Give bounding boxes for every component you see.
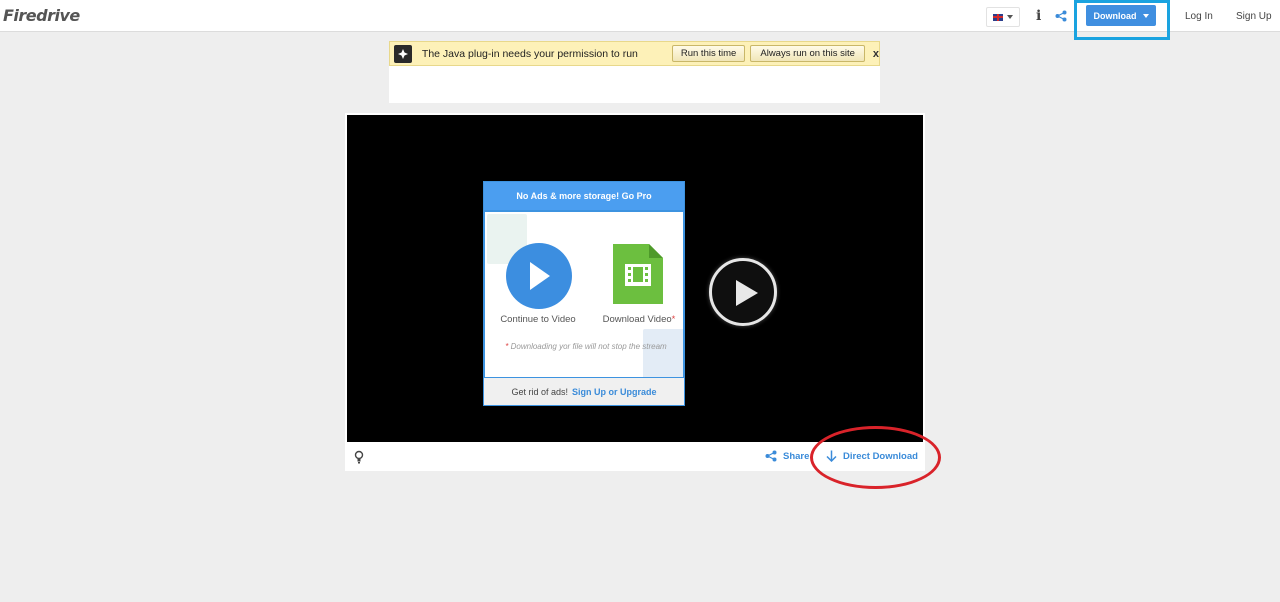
firedrive-logo[interactable]: Firedrive — [3, 6, 80, 25]
footer-text: Get rid of ads! — [511, 386, 568, 397]
signup-upgrade-link[interactable]: Sign Up or Upgrade — [572, 387, 657, 397]
always-run-button[interactable]: Always run on this site — [750, 45, 865, 62]
language-selector[interactable] — [986, 7, 1020, 27]
download-highlight-box — [1074, 0, 1170, 40]
annotation-circle — [810, 426, 941, 489]
java-permission-bar: The Java plug-in needs your permission t… — [389, 41, 880, 66]
music-icon — [643, 329, 683, 377]
run-this-time-button[interactable]: Run this time — [671, 45, 746, 62]
download-video-label: Download Video — [602, 314, 672, 325]
asterisk: * — [671, 314, 676, 325]
modal-footer: Get rid of ads! Sign Up or Upgrade — [484, 378, 684, 405]
flag-uk-icon — [993, 13, 1003, 21]
info-icon[interactable]: i — [1036, 8, 1041, 24]
continue-play-icon[interactable] — [506, 243, 572, 309]
java-plugin-area: The Java plug-in needs your permission t… — [389, 41, 880, 103]
signup-link[interactable]: Sign Up — [1236, 11, 1272, 22]
share-icon — [765, 450, 777, 462]
chevron-down-icon — [1007, 15, 1013, 19]
go-pro-modal: No Ads & more storage! Go Pro Continue t… — [483, 181, 685, 406]
play-button[interactable] — [709, 258, 777, 326]
download-video-link[interactable]: Download Video* — [593, 314, 683, 325]
close-icon[interactable]: x — [873, 48, 879, 60]
lightbulb-icon[interactable] — [353, 450, 365, 469]
java-permission-message: The Java plug-in needs your permission t… — [421, 47, 638, 60]
login-link[interactable]: Log In — [1185, 11, 1213, 22]
download-note: * Downloading yor file will not stop the… — [489, 342, 683, 351]
continue-to-video-link[interactable]: Continue to Video — [491, 314, 585, 325]
video-file-icon[interactable] — [613, 244, 663, 304]
share-icon[interactable] — [1055, 9, 1067, 27]
share-label: Share — [783, 450, 810, 462]
modal-body: Continue to Video Download Video* * Down… — [484, 210, 684, 378]
java-plugin-icon — [394, 44, 412, 63]
go-pro-header[interactable]: No Ads & more storage! Go Pro — [484, 182, 684, 210]
share-button[interactable]: Share — [765, 450, 809, 462]
download-note-text: Downloading yor file will not stop the s… — [508, 342, 667, 351]
